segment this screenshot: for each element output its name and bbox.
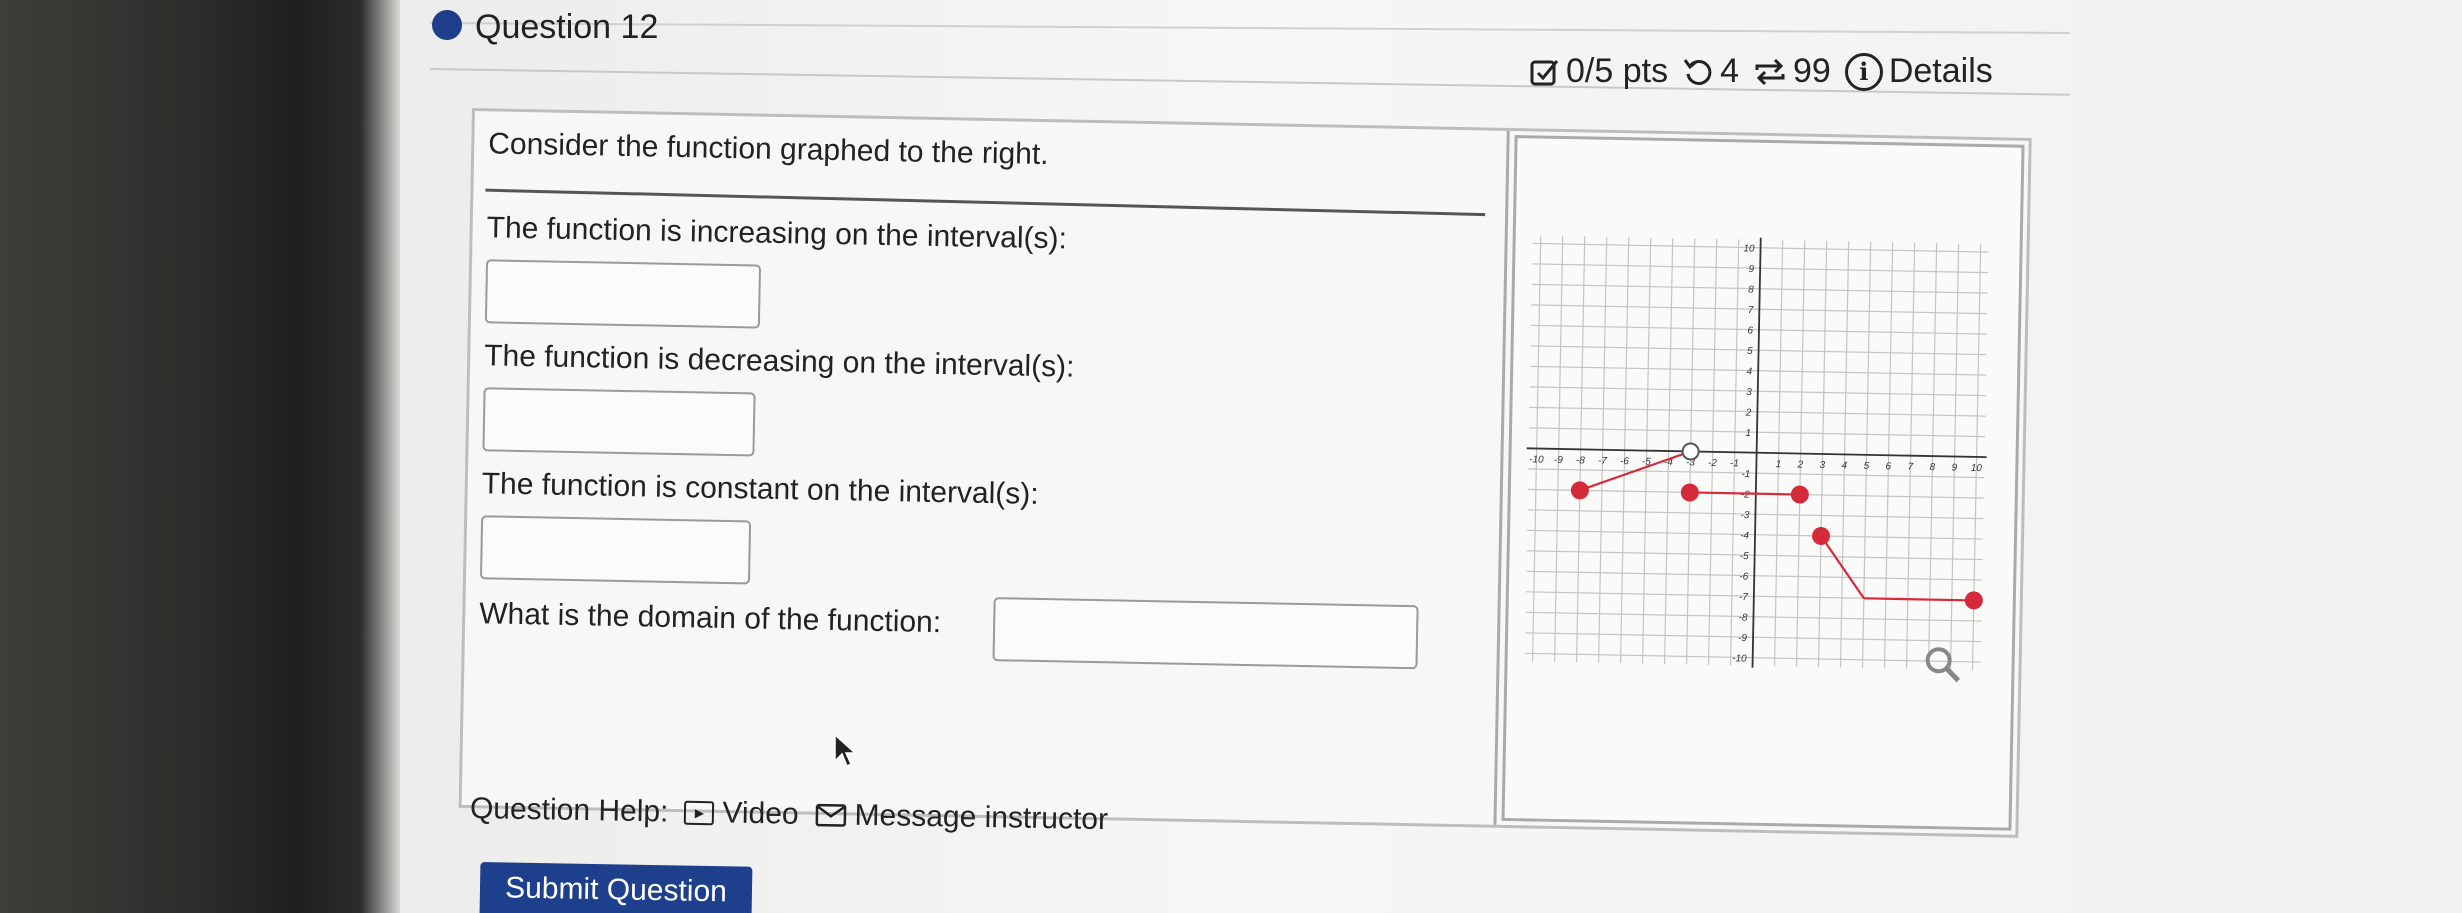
x-tick-label: -6	[1620, 456, 1630, 467]
checkbox-icon	[1530, 59, 1559, 85]
points-group: 0/5 pts	[1530, 52, 1668, 91]
prompt-underline	[485, 188, 1486, 217]
video-icon: ▶	[684, 800, 715, 826]
submit-question-button[interactable]: Submit Question	[479, 862, 753, 913]
x-tick-label: -7	[1598, 456, 1608, 467]
x-tick-label: 9	[1951, 462, 1957, 473]
question-prompt: Consider the function graphed to the rig…	[487, 127, 1049, 172]
x-tick-label: -9	[1554, 455, 1564, 466]
y-tick-label: -8	[1738, 612, 1748, 623]
attempts-group: 4	[1682, 52, 1739, 91]
x-tick-label: 7	[1907, 462, 1913, 473]
x-tick-label: 1	[1776, 459, 1782, 470]
y-tick-label: -10	[1732, 653, 1747, 664]
x-tick-label: -1	[1730, 458, 1739, 469]
y-tick-label: 1	[1745, 428, 1751, 439]
x-tick-label: 4	[1841, 460, 1847, 471]
x-tick-label: 2	[1797, 459, 1804, 470]
y-tick-label: 9	[1748, 264, 1754, 275]
open-point	[1681, 442, 1700, 461]
question-title: Question 12	[475, 8, 659, 46]
magnify-icon[interactable]	[1922, 644, 1963, 685]
x-tick-label: 8	[1929, 462, 1935, 473]
submissions-count: 99	[1793, 52, 1831, 90]
video-label[interactable]: Video	[722, 796, 799, 831]
graph-segment	[1863, 597, 1974, 602]
closed-point	[1790, 485, 1809, 504]
y-tick-label: 6	[1747, 326, 1753, 337]
y-tick-label: 2	[1745, 407, 1752, 418]
x-tick-label: -8	[1576, 455, 1586, 466]
graph-panel: -10 -9 -8 -7 -6 -5 -4 -3 -2 -1 1 2 3 4 5 6 7 8 9 10 10 9 8 7 6 5 4…	[1501, 135, 2025, 831]
y-tick-label: -5	[1740, 551, 1750, 562]
message-label[interactable]: Message instructor	[854, 799, 1108, 837]
question-meta: 0/5 pts 4 99 i Details	[1530, 52, 1993, 91]
y-tick-label: -1	[1741, 469, 1750, 480]
x-tick-label: 6	[1885, 461, 1891, 472]
details-label[interactable]: Details	[1889, 52, 1993, 91]
domain-label: What is the domain of the function:	[478, 597, 942, 640]
video-link[interactable]: ▶ Video	[684, 796, 799, 832]
y-tick-label: -4	[1740, 530, 1750, 541]
closed-point	[1570, 481, 1589, 500]
monitor-edge	[300, 0, 400, 913]
retry-icon	[1683, 58, 1712, 85]
domain-input[interactable]	[992, 597, 1419, 670]
x-tick-label: 3	[1819, 460, 1825, 471]
details-link[interactable]: i Details	[1844, 52, 1993, 91]
question-text-panel: Consider the function graphed to the rig…	[461, 111, 1510, 825]
x-tick-label: 10	[1971, 463, 1983, 474]
y-tick-label: -2	[1741, 489, 1751, 500]
question-status-dot	[432, 10, 462, 40]
x-tick-label: 5	[1863, 461, 1869, 472]
envelope-icon	[815, 803, 846, 827]
y-tick-label: 4	[1746, 367, 1752, 378]
closed-point	[1812, 526, 1831, 545]
y-tick-label: 8	[1748, 285, 1754, 296]
message-instructor-link[interactable]: Message instructor	[814, 798, 1108, 837]
y-tick-label: 3	[1746, 387, 1752, 398]
graph-segment	[1689, 491, 1800, 496]
x-tick-label: -2	[1708, 458, 1718, 469]
repeat-icon	[1755, 58, 1785, 85]
points-text: 0/5 pts	[1566, 52, 1669, 90]
decreasing-input[interactable]	[482, 387, 756, 457]
y-tick-label: 10	[1743, 243, 1755, 254]
y-tick-label: 7	[1748, 305, 1754, 316]
increasing-label: The function is increasing on the interv…	[486, 211, 1068, 256]
y-tick-label: -7	[1739, 592, 1749, 603]
y-tick-label: -3	[1740, 510, 1750, 521]
x-tick-label: -10	[1529, 454, 1544, 465]
increasing-input[interactable]	[484, 259, 762, 329]
help-label: Question Help:	[469, 792, 669, 829]
decreasing-label: The function is decreasing on the interv…	[483, 339, 1075, 384]
function-graph: -10 -9 -8 -7 -6 -5 -4 -3 -2 -1 1 2 3 4 5 6 7 8 9 10 10 9 8 7 6 5 4…	[1524, 235, 1989, 670]
question-box: Consider the function graphed to the rig…	[458, 108, 2032, 838]
closed-point	[1680, 483, 1699, 502]
attempts-count: 4	[1720, 52, 1739, 90]
y-tick-label: 5	[1747, 346, 1753, 357]
mouse-cursor-icon	[834, 733, 857, 768]
y-tick-label: -6	[1739, 571, 1749, 582]
submissions-group: 99	[1753, 52, 1831, 91]
constant-input[interactable]	[479, 515, 752, 585]
graph-segment	[1579, 450, 1691, 492]
constant-label: The function is constant on the interval…	[481, 467, 1039, 511]
info-icon: i	[1844, 52, 1883, 91]
y-tick-label: -9	[1738, 633, 1748, 644]
closed-point	[1964, 591, 1983, 610]
